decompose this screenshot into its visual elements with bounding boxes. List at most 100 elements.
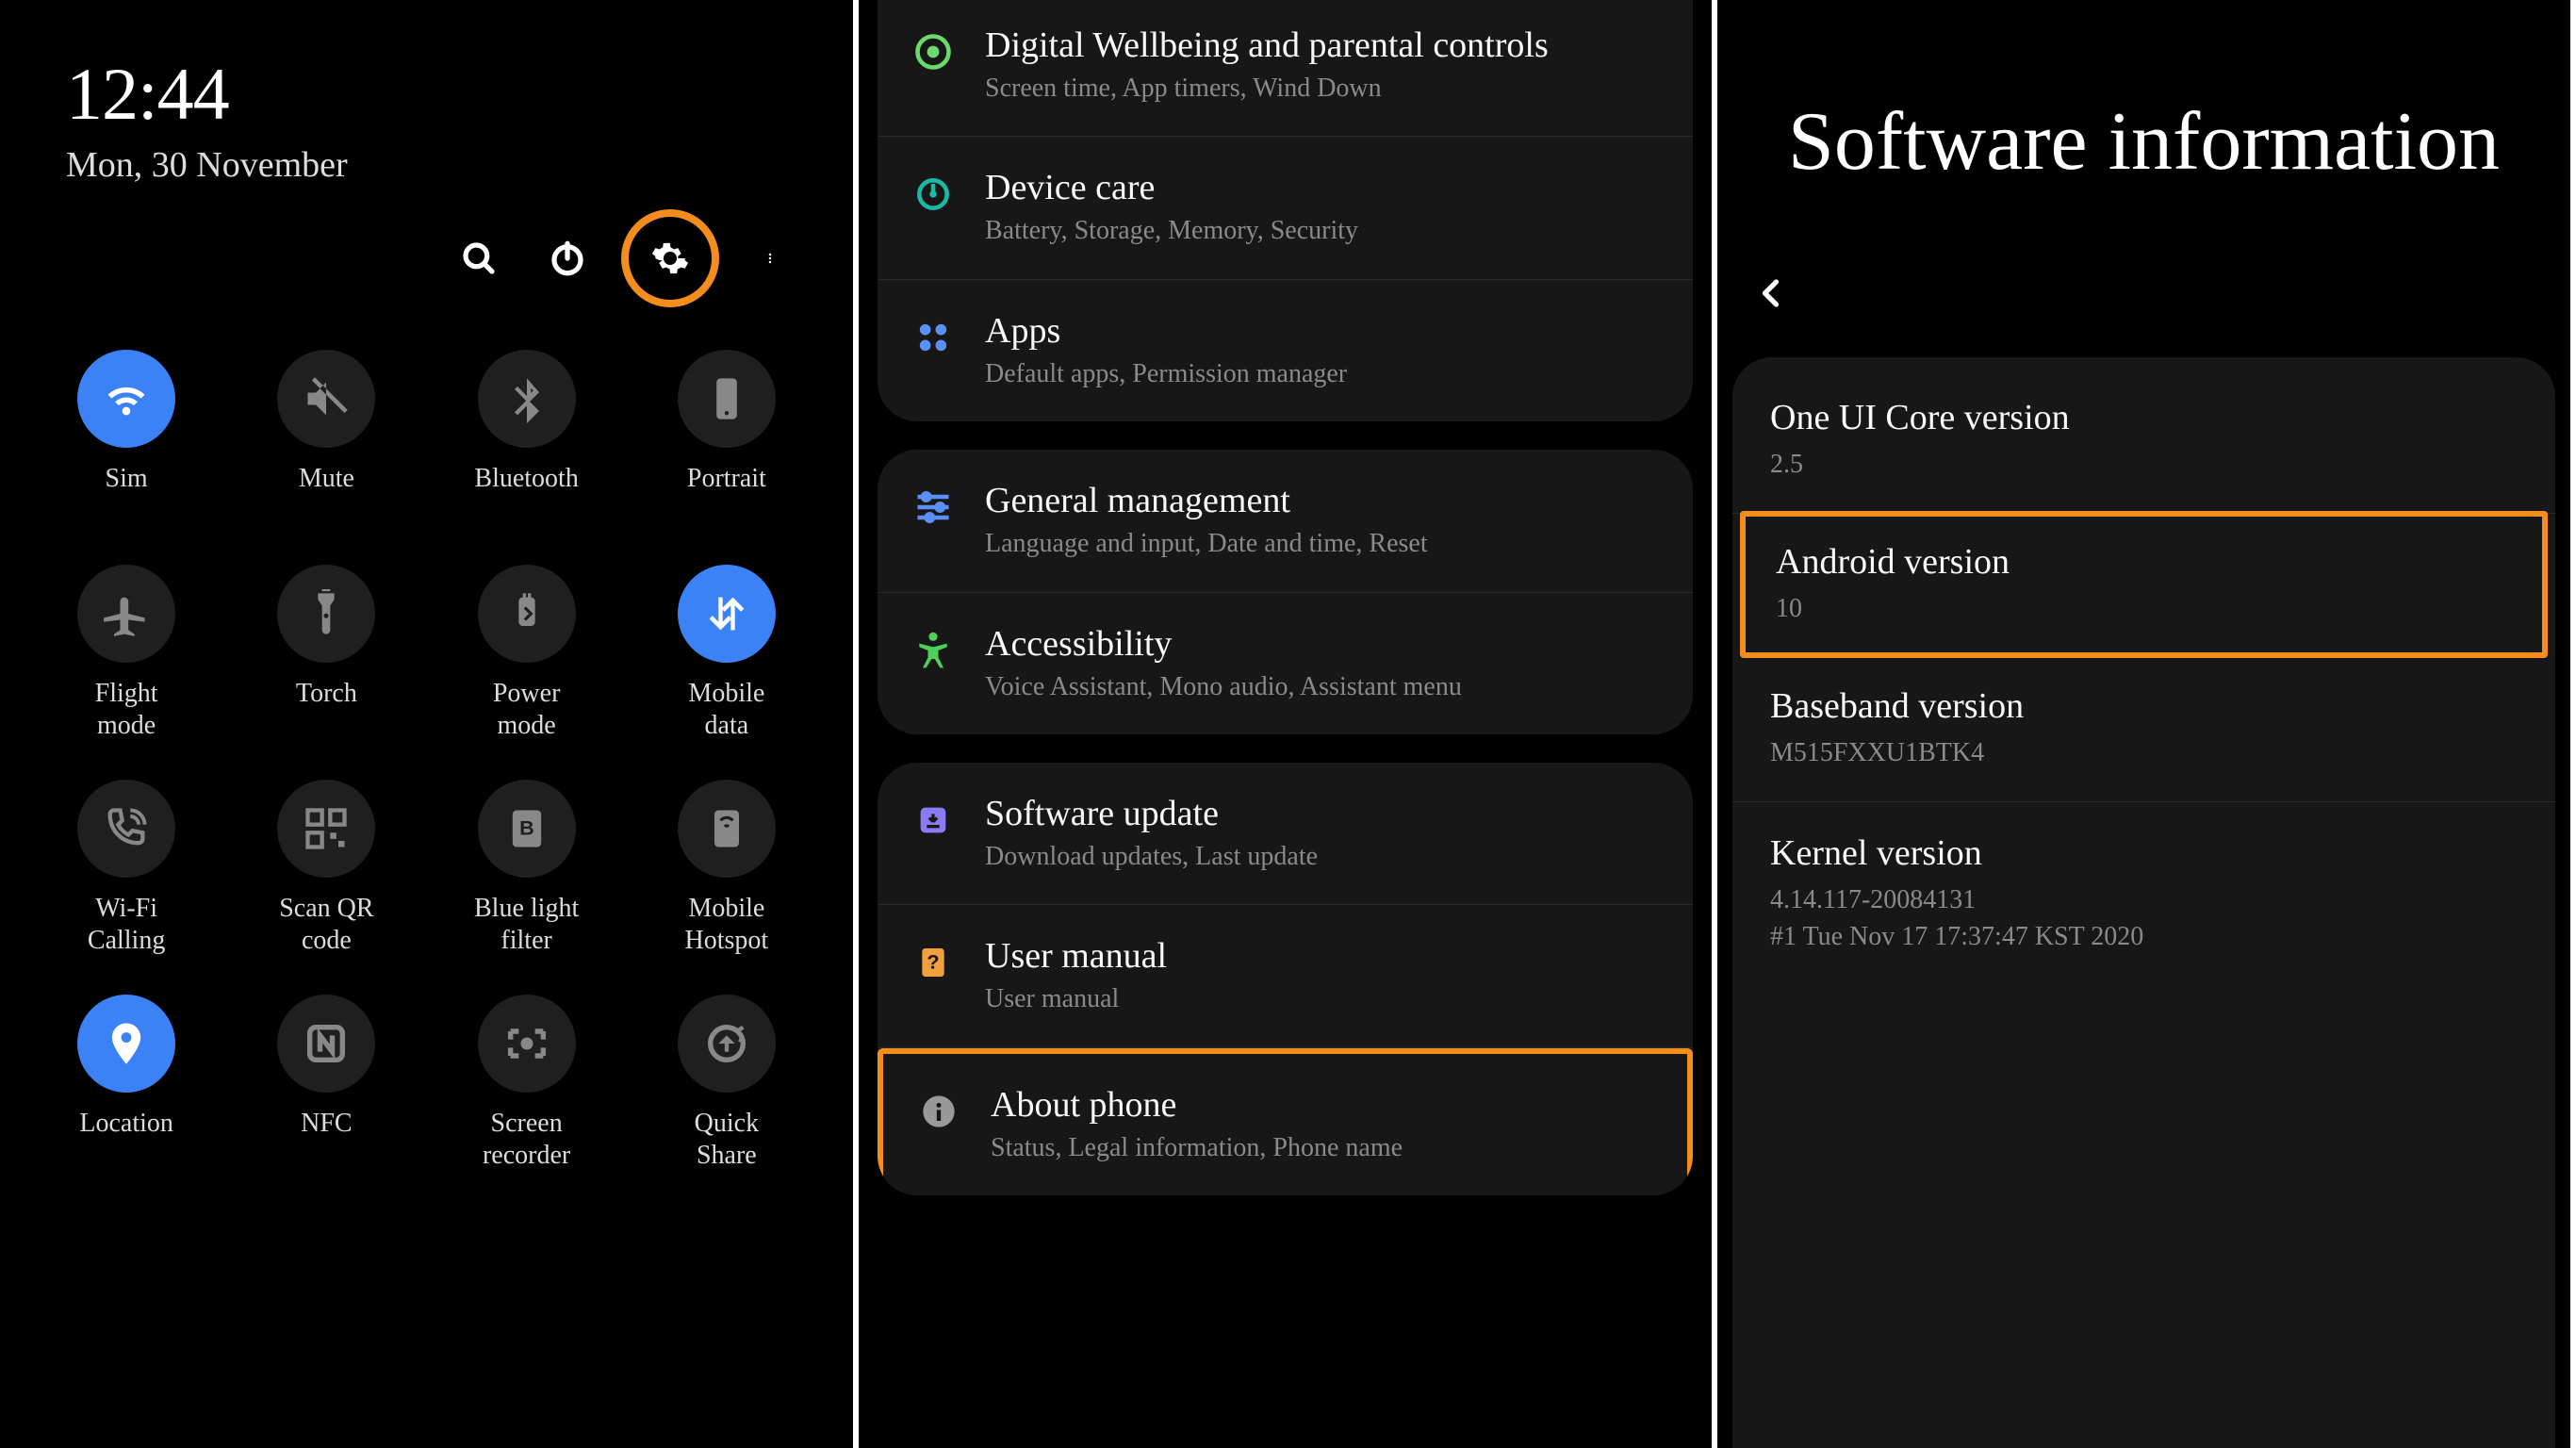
settings-row-wellbeing[interactable]: Digital Wellbeing and parental controls …	[878, 0, 1693, 137]
wellbeing-icon	[910, 28, 957, 75]
row-subtitle: Status, Legal information, Phone name	[991, 1131, 1655, 1165]
bluetooth-icon	[478, 350, 576, 448]
info-card: One UI Core version 2.5 Android version …	[1732, 357, 2555, 1448]
qs-tile-wificalling[interactable]: Wi-FiCalling	[26, 780, 226, 957]
power-icon[interactable]	[542, 233, 593, 284]
wifi-icon	[77, 350, 175, 448]
screenrec-icon	[478, 995, 576, 1093]
clock-date: Mon, 30 November	[66, 144, 787, 186]
qs-tile-wifi[interactable]: Sim	[26, 350, 226, 527]
row-title: Digital Wellbeing and parental controls	[985, 25, 1661, 66]
row-text: General management Language and input, D…	[985, 480, 1661, 561]
qs-tile-label: Wi-FiCalling	[88, 893, 165, 957]
qs-tile-label: Blue lightfilter	[474, 893, 579, 957]
qs-tile-screenrec[interactable]: Screenrecorder	[427, 995, 627, 1172]
row-text: Apps Default apps, Permission manager	[985, 310, 1661, 391]
settings-highlight	[621, 209, 719, 307]
settings-row-usermanual[interactable]: ? User manual User manual	[878, 905, 1693, 1047]
scanqr-icon	[277, 780, 375, 878]
info-row[interactable]: Android version 10	[1740, 511, 2548, 657]
row-title: Software update	[985, 793, 1661, 834]
settings-row-about[interactable]: About phone Status, Legal information, P…	[878, 1048, 1693, 1195]
row-title: Device care	[985, 167, 1661, 208]
row-text: About phone Status, Legal information, P…	[991, 1084, 1655, 1165]
usermanual-icon: ?	[910, 939, 957, 986]
qs-tile-label: Sim	[106, 463, 148, 527]
row-subtitle: Language and input, Date and time, Reset	[985, 527, 1661, 561]
row-subtitle: User manual	[985, 982, 1661, 1016]
settings-row-devicecare[interactable]: Device care Battery, Storage, Memory, Se…	[878, 137, 1693, 279]
row-text: Software update Download updates, Last u…	[985, 793, 1661, 874]
page-title: Software information	[1755, 94, 2533, 189]
qs-tile-location[interactable]: Location	[26, 995, 226, 1172]
row-text: Device care Battery, Storage, Memory, Se…	[985, 167, 1661, 248]
row-title: Apps	[985, 310, 1661, 352]
qs-tile-nfc[interactable]: NFC	[226, 995, 426, 1172]
row-title: User manual	[985, 935, 1661, 977]
info-row[interactable]: Baseband version M515FXXU1BTK4	[1732, 655, 2555, 802]
settings-row-accessibility[interactable]: Accessibility Voice Assistant, Mono audi…	[878, 593, 1693, 734]
row-text: Accessibility Voice Assistant, Mono audi…	[985, 623, 1661, 704]
portrait-icon	[678, 350, 776, 448]
settings-row-apps[interactable]: Apps Default apps, Permission manager	[878, 280, 1693, 421]
settings-group: Digital Wellbeing and parental controls …	[878, 0, 1693, 421]
gear-icon[interactable]	[645, 233, 696, 284]
page-header: Software information	[1717, 0, 2570, 246]
qs-tile-portrait[interactable]: Portrait	[627, 350, 827, 527]
search-icon[interactable]	[453, 233, 504, 284]
qs-tile-label: MobileHotspot	[685, 893, 769, 957]
qs-tile-label: Screenrecorder	[483, 1108, 570, 1172]
bluelight-icon	[478, 780, 576, 878]
row-title: Accessibility	[985, 623, 1661, 665]
apps-icon	[910, 314, 957, 361]
qs-tile-label: Torch	[296, 678, 357, 742]
hotspot-icon	[678, 780, 776, 878]
more-icon[interactable]	[747, 233, 798, 284]
software-info-panel: Software information One UI Core version…	[1717, 0, 2576, 1448]
nfc-icon	[277, 995, 375, 1093]
torch-icon	[277, 565, 375, 663]
qs-tile-bluetooth[interactable]: Bluetooth	[427, 350, 627, 527]
clock-area: 12:44 Mon, 30 November	[0, 0, 853, 214]
quick-settings-panel: 12:44 Mon, 30 November Sim Mute Blu	[0, 0, 859, 1448]
info-row[interactable]: Kernel version 4.14.117-20084131#1 Tue N…	[1732, 802, 2555, 985]
qs-tile-bluelight[interactable]: Blue lightfilter	[427, 780, 627, 957]
settings-row-general[interactable]: General management Language and input, D…	[878, 450, 1693, 592]
row-text: Digital Wellbeing and parental controls …	[985, 25, 1661, 106]
qs-tile-quickshare[interactable]: QuickShare	[627, 995, 827, 1172]
settings-list-panel: Digital Wellbeing and parental controls …	[859, 0, 1717, 1448]
qs-tile-label: NFC	[301, 1108, 352, 1172]
back-button[interactable]	[1717, 246, 2570, 357]
about-icon	[915, 1088, 962, 1135]
info-label: One UI Core version	[1770, 397, 2518, 438]
info-value: M515FXXU1BTK4	[1770, 734, 2518, 771]
qs-tile-label: Mute	[299, 463, 354, 527]
qs-tile-flight[interactable]: Flightmode	[26, 565, 226, 742]
mobiledata-icon	[678, 565, 776, 663]
flight-icon	[77, 565, 175, 663]
settings-row-swupdate[interactable]: Software update Download updates, Last u…	[878, 763, 1693, 905]
qs-tile-hotspot[interactable]: MobileHotspot	[627, 780, 827, 957]
info-row[interactable]: One UI Core version 2.5	[1732, 367, 2555, 514]
qs-tile-label: Bluetooth	[474, 463, 578, 527]
general-icon	[910, 484, 957, 531]
location-icon	[77, 995, 175, 1093]
svg-text:?: ?	[927, 950, 939, 974]
qs-tile-mute[interactable]: Mute	[226, 350, 426, 527]
qs-tile-label: Portrait	[687, 463, 766, 527]
qs-tile-torch[interactable]: Torch	[226, 565, 426, 742]
qs-tile-scanqr[interactable]: Scan QRcode	[226, 780, 426, 957]
qs-tile-label: Flightmode	[95, 678, 158, 742]
mute-icon	[277, 350, 375, 448]
row-subtitle: Screen time, App timers, Wind Down	[985, 72, 1661, 106]
row-text: User manual User manual	[985, 935, 1661, 1016]
wificalling-icon	[77, 780, 175, 878]
qs-tile-mobiledata[interactable]: Mobiledata	[627, 565, 827, 742]
row-subtitle: Voice Assistant, Mono audio, Assistant m…	[985, 670, 1661, 704]
qs-tile-label: QuickShare	[695, 1108, 759, 1172]
qs-tile-power[interactable]: Powermode	[427, 565, 627, 742]
qs-tile-label: Mobiledata	[688, 678, 764, 742]
info-value: 4.14.117-20084131#1 Tue Nov 17 17:37:47 …	[1770, 881, 2518, 955]
row-subtitle: Default apps, Permission manager	[985, 357, 1661, 391]
info-value: 10	[1776, 590, 2512, 627]
